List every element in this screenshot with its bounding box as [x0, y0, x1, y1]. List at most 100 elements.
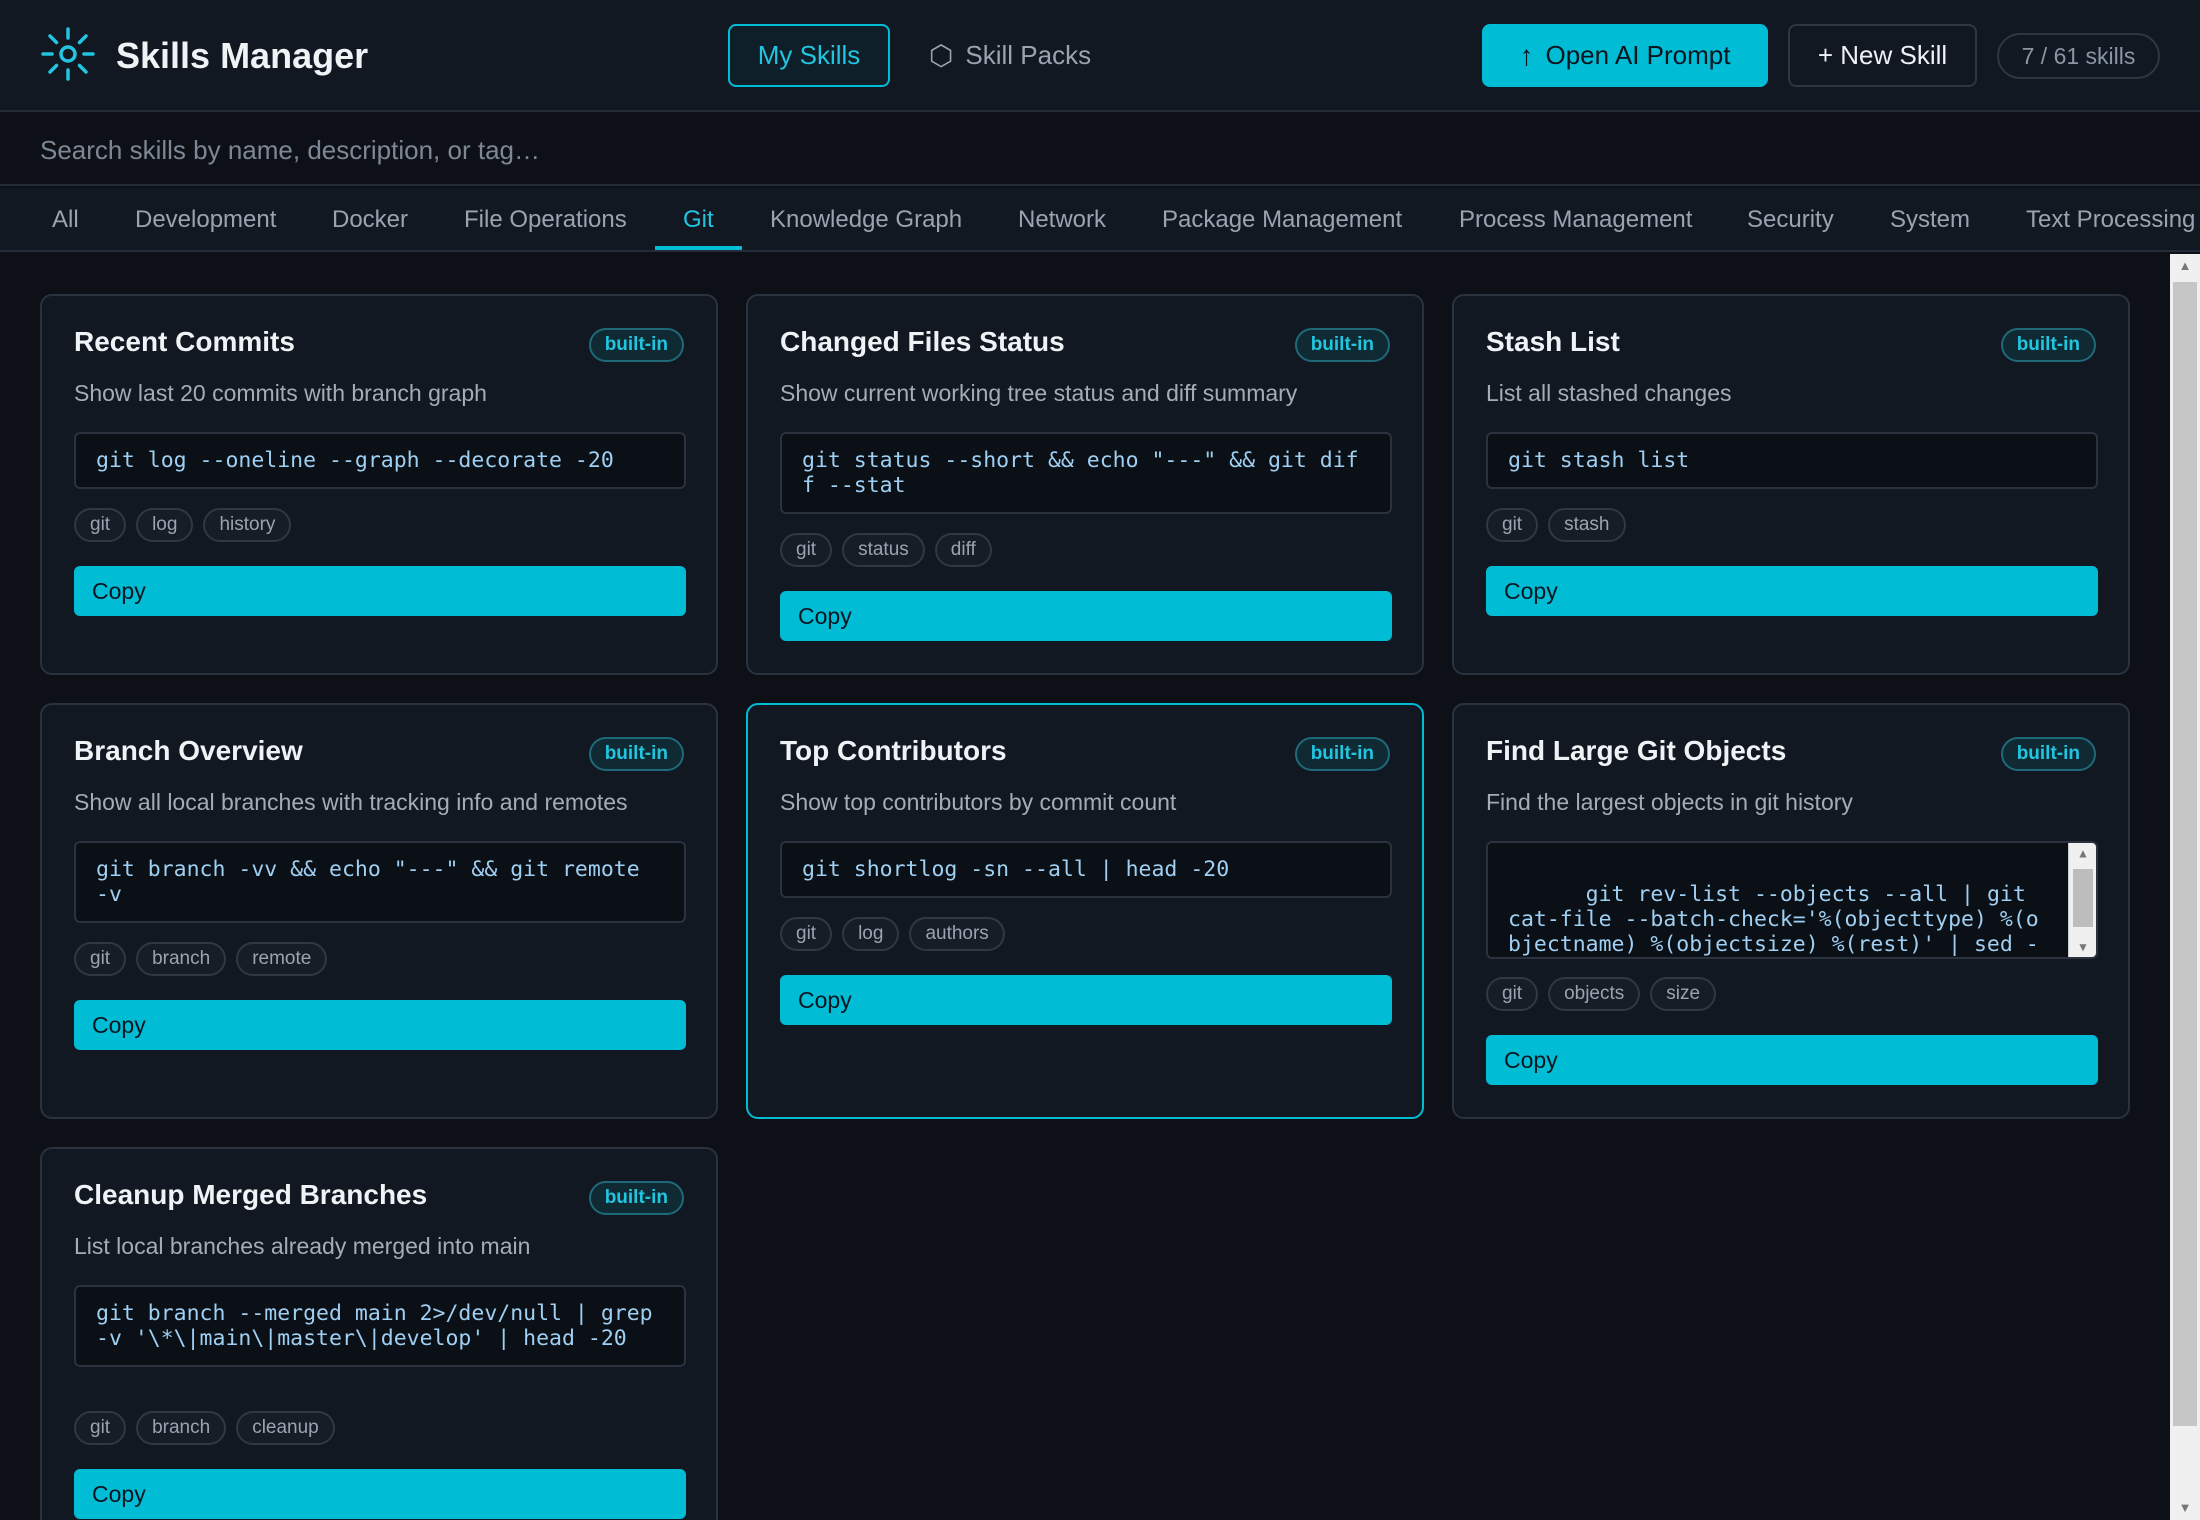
tag[interactable]: status [842, 533, 925, 567]
tag[interactable]: stash [1548, 508, 1626, 542]
copy-button[interactable]: Copy [74, 566, 686, 616]
category-tab-process-management[interactable]: Process Management [1459, 188, 1692, 250]
search-bar [0, 114, 2200, 186]
tab-skill-packs[interactable]: ⬡ Skill Packs [910, 24, 1110, 87]
skill-count-text: 7 / 61 skills [2021, 42, 2136, 69]
tag[interactable]: log [136, 508, 194, 542]
skill-command[interactable]: git branch -vv && echo "---" && git remo… [74, 841, 686, 923]
tag-list: git stash [1486, 508, 1626, 542]
tag[interactable]: size [1650, 977, 1717, 1011]
new-skill-button[interactable]: + New Skill [1788, 24, 1977, 87]
tag[interactable]: git [74, 508, 127, 542]
skill-card: Recent Commits built-in Show last 20 com… [40, 294, 718, 675]
category-tab-text-processing[interactable]: Text Processing [2026, 188, 2195, 250]
category-tab-git[interactable]: Git [683, 188, 714, 250]
tag-list: git objects size [1486, 977, 1717, 1011]
tag-list: git log history [74, 508, 292, 542]
skill-command[interactable]: git status --short && echo "---" && git … [780, 432, 1392, 514]
category-tab-file-operations[interactable]: File Operations [464, 188, 627, 250]
tag[interactable]: branch [136, 942, 227, 976]
tab-my-skills-label: My Skills [757, 40, 861, 70]
built-in-badge: built-in [1294, 737, 1390, 771]
category-tab-package-management[interactable]: Package Management [1162, 188, 1402, 250]
skill-command[interactable]: git log --oneline --graph --decorate -20 [74, 432, 686, 489]
scroll-thumb[interactable] [2073, 869, 2093, 927]
skill-card: Cleanup Merged Branches built-in List lo… [40, 1147, 718, 1520]
scroll-down-icon[interactable]: ▼ [2069, 937, 2096, 957]
skill-description: Show current working tree status and dif… [780, 380, 1298, 406]
skill-command[interactable]: git shortlog -sn --all | head -20 [780, 841, 1392, 898]
category-tab-network[interactable]: Network [1018, 188, 1106, 250]
skill-card: Stash List built-in List all stashed cha… [1452, 294, 2130, 675]
skill-card: Top Contributors built-in Show top contr… [746, 703, 1424, 1119]
skills-grid: Recent Commits built-in Show last 20 com… [0, 254, 2170, 1520]
tag[interactable]: cleanup [236, 1411, 335, 1445]
copy-button[interactable]: Copy [780, 591, 1392, 641]
copy-button[interactable]: Copy [780, 975, 1392, 1025]
category-tab-development[interactable]: Development [135, 188, 276, 250]
built-in-badge: built-in [2000, 328, 2096, 362]
tag[interactable]: git [780, 533, 833, 567]
skill-title: Find Large Git Objects [1486, 735, 1787, 766]
category-tab-all[interactable]: All [52, 188, 79, 250]
code-scrollbar[interactable]: ▲ ▼ [2068, 843, 2096, 957]
copy-button[interactable]: Copy [74, 1469, 686, 1519]
copy-button[interactable]: Copy [1486, 1035, 2098, 1085]
tag[interactable]: git [1486, 508, 1539, 542]
skill-description: Show top contributors by commit count [780, 789, 1177, 815]
tag-list: git branch cleanup [74, 1411, 335, 1445]
tag[interactable]: git [780, 917, 833, 951]
scroll-down-icon[interactable]: ▼ [2170, 1496, 2200, 1520]
category-tab-docker[interactable]: Docker [332, 188, 408, 250]
tag[interactable]: objects [1548, 977, 1641, 1011]
skill-description: Show all local branches with tracking in… [74, 789, 628, 815]
page-scrollbar[interactable]: ▲ ▼ [2170, 254, 2200, 1520]
tag[interactable]: git [74, 942, 127, 976]
skill-description: List local branches already merged into … [74, 1233, 531, 1259]
scroll-thumb[interactable] [2173, 282, 2197, 1426]
tag[interactable]: history [203, 508, 292, 542]
skill-title: Top Contributors [780, 735, 1007, 766]
search-input[interactable] [40, 124, 2140, 176]
skill-command-text: git rev-list --objects --all | git cat-f… [1508, 882, 2039, 957]
tag-list: git status diff [780, 533, 992, 567]
tag[interactable]: git [74, 1411, 127, 1445]
copy-button[interactable]: Copy [74, 1000, 686, 1050]
skill-description: Show last 20 commits with branch graph [74, 380, 487, 406]
open-ai-prompt-label: Open AI Prompt [1545, 40, 1731, 70]
category-tab-knowledge-graph[interactable]: Knowledge Graph [770, 188, 962, 250]
tag[interactable]: diff [934, 533, 992, 567]
scroll-up-icon[interactable]: ▲ [2170, 254, 2200, 278]
tag[interactable]: authors [909, 917, 1005, 951]
skill-command[interactable]: git rev-list --objects --all | git cat-f… [1486, 841, 2098, 959]
skill-title: Branch Overview [74, 735, 303, 766]
built-in-badge: built-in [2000, 737, 2096, 771]
tag[interactable]: remote [236, 942, 328, 976]
skill-title: Cleanup Merged Branches [74, 1179, 428, 1210]
built-in-badge: built-in [588, 1181, 684, 1215]
skill-description: List all stashed changes [1486, 380, 1732, 406]
skill-card: Changed Files Status built-in Show curre… [746, 294, 1424, 675]
arrow-up-icon: ↑ [1519, 39, 1534, 71]
new-skill-label: + New Skill [1817, 40, 1948, 70]
open-ai-prompt-button[interactable]: ↑ Open AI Prompt [1482, 24, 1768, 87]
copy-button[interactable]: Copy [1486, 566, 2098, 616]
app-header: Skills Manager My Skills ⬡ Skill Packs ↑… [0, 0, 2200, 112]
skill-title: Recent Commits [74, 326, 295, 357]
tab-skill-packs-label: Skill Packs [965, 40, 1092, 70]
scroll-up-icon[interactable]: ▲ [2069, 843, 2096, 863]
skill-description: Find the largest objects in git history [1486, 789, 1853, 815]
tag-list: git branch remote [74, 942, 328, 976]
skill-card: Branch Overview built-in Show all local … [40, 703, 718, 1119]
built-in-badge: built-in [1294, 328, 1390, 362]
category-tab-system[interactable]: System [1890, 188, 1970, 250]
skill-command[interactable]: git branch --merged main 2>/dev/null | g… [74, 1285, 686, 1367]
tab-my-skills[interactable]: My Skills [728, 24, 890, 87]
skill-title: Changed Files Status [780, 326, 1065, 357]
category-tabs: All Development Docker File Operations G… [0, 188, 2200, 252]
tag[interactable]: log [842, 917, 900, 951]
tag[interactable]: branch [136, 1411, 227, 1445]
tag[interactable]: git [1486, 977, 1539, 1011]
category-tab-security[interactable]: Security [1747, 188, 1834, 250]
skill-command[interactable]: git stash list [1486, 432, 2098, 489]
